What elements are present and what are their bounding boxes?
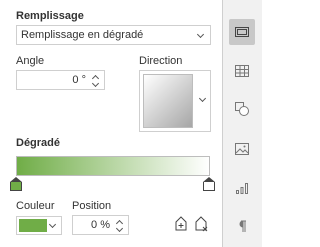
slide-settings-tab[interactable]: [229, 19, 255, 45]
add-gradient-point-button[interactable]: [172, 215, 190, 233]
stop-color-picker[interactable]: [16, 216, 62, 235]
fill-label: Remplissage: [16, 10, 84, 22]
angle-spinner[interactable]: 0 °: [16, 70, 105, 90]
paragraph-settings-tab[interactable]: [229, 213, 255, 239]
color-label: Couleur: [16, 200, 55, 212]
pilcrow-icon: [239, 220, 246, 232]
chevron-down-icon: [196, 30, 205, 39]
slide-icon: [235, 27, 249, 37]
direction-label: Direction: [139, 55, 183, 67]
table-settings-tab[interactable]: [229, 58, 255, 84]
position-value: 0 %: [91, 219, 110, 231]
angle-value: 0 °: [72, 74, 86, 86]
spin-down-icon[interactable]: [115, 224, 124, 233]
chart-settings-tab[interactable]: [229, 175, 255, 201]
chevron-down-icon: [198, 94, 207, 103]
chevron-down-icon: [48, 220, 57, 229]
fill-type-select[interactable]: Remplissage en dégradé: [16, 25, 211, 45]
angle-label: Angle: [16, 55, 45, 67]
image-settings-tab[interactable]: [229, 136, 255, 162]
chart-icon: [236, 183, 248, 194]
table-icon: [235, 65, 249, 77]
spin-down-icon[interactable]: [91, 79, 100, 88]
image-icon: [235, 143, 249, 155]
position-label: Position: [72, 200, 112, 212]
direction-picker[interactable]: [139, 70, 211, 132]
direction-preview: [143, 74, 193, 128]
remove-gradient-point-button[interactable]: [192, 215, 210, 233]
color-swatch: [19, 219, 47, 232]
fill-type-value: Remplissage en dégradé: [21, 29, 144, 41]
gradient-label: Dégradé: [16, 137, 61, 149]
remove-gradient-point-icon: [195, 216, 208, 232]
gradient-stop-start[interactable]: [10, 177, 22, 191]
gradient-bar[interactable]: [16, 156, 210, 176]
add-gradient-point-icon: [175, 216, 187, 231]
settings-panel: Remplissage Remplissage en dégradé Angle…: [0, 0, 222, 247]
shape-icon: [235, 102, 249, 116]
gradient-stop-end[interactable]: [203, 177, 215, 191]
shape-settings-tab[interactable]: [229, 96, 255, 122]
position-spinner[interactable]: 0 %: [72, 215, 129, 235]
